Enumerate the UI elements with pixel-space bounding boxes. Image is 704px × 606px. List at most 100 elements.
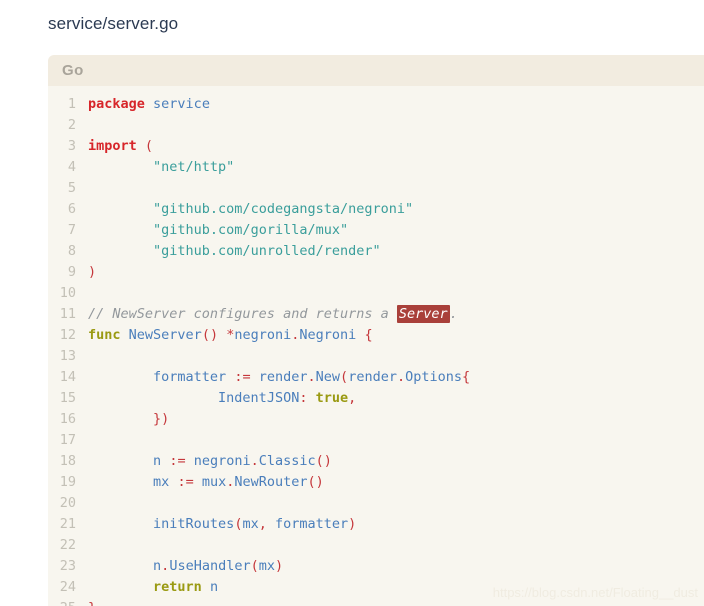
code-line: 11 // NewServer configures and returns a …	[48, 304, 704, 325]
code-token: Options	[405, 369, 463, 385]
code-line-content: "github.com/unrolled/render"	[88, 241, 704, 262]
code-line-content	[88, 535, 704, 556]
code-token: initRoutes	[153, 516, 235, 532]
code-line-content: mx := mux.NewRouter()	[88, 472, 704, 493]
code-token: .	[250, 453, 259, 469]
line-number: 5	[67, 180, 76, 196]
code-line: 25}	[48, 598, 704, 606]
code-token: package	[88, 96, 145, 112]
code-token: }	[88, 600, 96, 606]
line-number: 12	[59, 327, 76, 343]
code-token: n	[209, 579, 219, 595]
code-token: Negroni	[299, 327, 357, 343]
line-number: 13	[59, 348, 76, 364]
code-line: 18 n := negroni.Classic()	[48, 451, 704, 472]
code-line: 6 "github.com/codegangsta/negroni"	[48, 199, 704, 220]
code-line-content: package service	[88, 94, 704, 115]
code-line-content	[88, 115, 704, 136]
line-number: 15	[59, 390, 76, 406]
code-line: 17	[48, 430, 704, 451]
code-line-content: func NewServer() *negroni.Negroni {	[88, 325, 704, 346]
code-line: 13	[48, 346, 704, 367]
code-block-header: Go	[48, 55, 704, 86]
code-line-content: n := negroni.Classic()	[88, 451, 704, 472]
code-token: ()	[307, 474, 324, 490]
line-number: 1	[67, 96, 76, 112]
code-line: 4 "net/http"	[48, 157, 704, 178]
code-token: n	[153, 558, 162, 574]
code-token: mx	[242, 516, 259, 532]
code-token: ,	[258, 516, 267, 532]
code-token: .	[396, 369, 406, 385]
code-line: 23 n.UseHandler(mx)	[48, 556, 704, 577]
code-token: )	[348, 516, 357, 532]
code-line: 5	[48, 178, 704, 199]
code-token: "net/http"	[153, 159, 235, 175]
line-number: 6	[67, 201, 76, 217]
code-line: 10	[48, 283, 704, 304]
code-line-content: "github.com/gorilla/mux"	[88, 220, 704, 241]
line-number: 23	[59, 558, 76, 574]
code-line: 19 mx := mux.NewRouter()	[48, 472, 704, 493]
code-line-content: initRoutes(mx, formatter)	[88, 514, 704, 535]
code-line-content: )	[88, 262, 704, 283]
code-line-content	[88, 178, 704, 199]
line-number: 2	[67, 117, 76, 133]
code-token: :=	[177, 474, 194, 490]
code-token: New	[315, 369, 341, 385]
code-token: .	[449, 306, 458, 322]
code-token: IndentJSON	[218, 390, 300, 406]
code-line: 1 package service	[48, 94, 704, 115]
code-token: NewRouter	[234, 474, 308, 490]
code-token: mx	[153, 474, 170, 490]
code-token: .	[307, 369, 316, 385]
code-line-content: }	[88, 598, 704, 606]
code-language-label: Go	[62, 62, 84, 79]
line-number: 24	[59, 579, 76, 595]
code-token: return	[153, 579, 202, 595]
code-token: formatter	[153, 369, 227, 385]
code-line: 7 "github.com/gorilla/mux"	[48, 220, 704, 241]
code-token: ()	[201, 327, 219, 343]
code-token: negroni	[234, 327, 292, 343]
line-number: 19	[59, 474, 76, 490]
page-title: service/server.go	[48, 14, 179, 33]
code-token: ,	[348, 390, 357, 406]
code-line: 8 "github.com/unrolled/render"	[48, 241, 704, 262]
code-token: mux	[201, 474, 227, 490]
code-line-content: n.UseHandler(mx)	[88, 556, 704, 577]
code-line-content	[88, 493, 704, 514]
code-line: 2	[48, 115, 704, 136]
code-token: formatter	[275, 516, 349, 532]
line-number: 16	[59, 411, 76, 427]
code-line-content: return n	[88, 577, 704, 598]
code-line-content: "github.com/codegangsta/negroni"	[88, 199, 704, 220]
highlighted-token: Server	[396, 305, 450, 323]
code-token: ()	[315, 453, 332, 469]
code-block-body[interactable]: 1 package service 2 3 import (4 "net/http" 5 6…	[48, 86, 704, 606]
code-token: )	[275, 558, 284, 574]
code-token: })	[153, 411, 170, 427]
code-token: render	[348, 369, 397, 385]
code-line: 12 func NewServer() *negroni.Negroni {	[48, 325, 704, 346]
code-line-content	[88, 430, 704, 451]
code-token: (	[340, 369, 349, 385]
code-line-content	[88, 283, 704, 304]
code-line-content: IndentJSON: true,	[88, 388, 704, 409]
line-number: 8	[67, 243, 76, 259]
line-number: 11	[59, 306, 76, 322]
